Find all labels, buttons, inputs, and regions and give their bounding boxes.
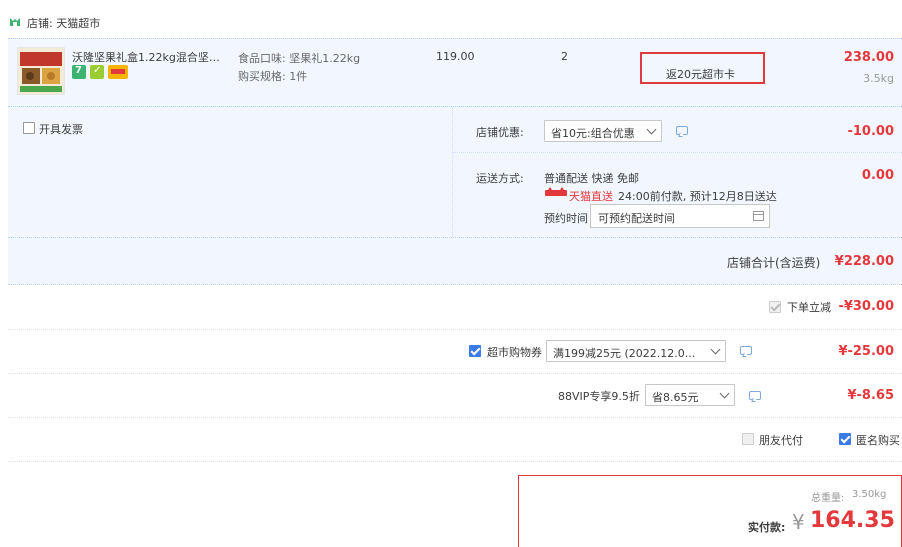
appointment-label: 预约时间 (544, 212, 588, 225)
friend-pay-label[interactable]: 朋友代付 (759, 432, 803, 448)
vip-amount: ¥-8.65 (847, 388, 894, 403)
chevron-down-icon (719, 388, 730, 399)
divider (8, 237, 902, 238)
product-thumbnail[interactable] (17, 47, 65, 95)
divider (8, 417, 902, 418)
appointment-time-input[interactable]: 可预约配送时间 (590, 204, 770, 228)
shop-header (0, 0, 902, 38)
divider (8, 329, 902, 330)
divider (8, 284, 902, 285)
sku-flavor: 食品口味: 坚果礼1.22kg (238, 52, 361, 65)
item-subtotal: 238.00 (843, 50, 894, 65)
anonymous-label[interactable]: 匿名购买 (856, 432, 900, 448)
instant-discount-label: 下单立减 (787, 301, 831, 314)
badge-text: 7 (75, 65, 82, 76)
coupon-value: 满199减25元 (2022.12.0... (553, 347, 696, 360)
total-weight-value: 3.50kg (852, 489, 887, 500)
product-title[interactable]: 沃隆坚果礼盒1.22kg混合坚果... (72, 49, 230, 65)
shop-discount-value: 省10元:组合优惠 (551, 127, 635, 140)
vip-label: 88VIP专享9.5折 (558, 390, 640, 403)
message-icon[interactable] (740, 346, 752, 355)
shop-total-label: 店铺合计(含运费) (727, 256, 821, 270)
divider (453, 152, 902, 153)
shop-icon (10, 18, 20, 26)
pay-label: 实付款: (748, 521, 786, 534)
shop-discount-select[interactable]: 省10元:组合优惠 (544, 120, 662, 142)
divider (8, 106, 902, 107)
appointment-time-value: 可预约配送时间 (598, 212, 675, 225)
shop-total-amount: ¥228.00 (834, 254, 894, 269)
divider (8, 461, 902, 462)
divider (452, 107, 453, 237)
coupon-label[interactable]: 超市购物券 (487, 344, 542, 360)
calendar-icon[interactable] (753, 211, 764, 221)
tmall-direct-icon (545, 187, 567, 196)
pay-amount: 164.35 (810, 508, 895, 533)
shop-discount-label: 店铺优惠: (476, 126, 524, 139)
coupon-select[interactable]: 满199减25元 (2022.12.0... (546, 340, 726, 362)
unit-price: 119.00 (436, 50, 475, 63)
tmall-direct-label: 天猫直送 (569, 190, 613, 203)
shop-name[interactable]: 店铺: 天猫超市 (27, 15, 100, 31)
card-icon (108, 65, 128, 79)
anonymous-checkbox[interactable] (839, 433, 851, 445)
message-icon[interactable] (676, 126, 688, 135)
chevron-down-icon (646, 124, 657, 135)
rebate-text: 返20元超市卡 (666, 68, 735, 81)
seven-day-return-icon: 7 (72, 65, 86, 79)
shipping-amount: 0.00 (861, 168, 894, 183)
shipping-label: 运送方式: (476, 172, 524, 185)
invoice-label[interactable]: 开具发票 (39, 121, 83, 137)
vip-value: 省8.65元 (652, 391, 699, 404)
coupon-checkbox[interactable] (469, 345, 481, 357)
chevron-down-icon (710, 344, 721, 355)
shipping-method: 普通配送 快递 免邮 (544, 172, 639, 185)
instant-discount-amount: -¥30.00 (838, 299, 894, 314)
delivery-note: 24:00前付款, 预计12月8日送达 (618, 190, 777, 203)
item-weight: 3.5kg (863, 72, 894, 85)
coupon-amount: ¥-25.00 (838, 344, 894, 359)
currency-symbol: ¥ (792, 510, 805, 534)
shop-discount-amount: -10.00 (847, 124, 894, 139)
sku-spec: 购买规格: 1件 (238, 70, 308, 83)
total-weight-label: 总重量: (811, 493, 845, 504)
guarantee-icon: ✓ (90, 65, 104, 79)
divider (8, 373, 902, 374)
badge-text: ✓ (93, 65, 102, 76)
instant-discount-checkbox (769, 301, 781, 313)
vip-select[interactable]: 省8.65元 (645, 384, 735, 406)
friend-pay-checkbox[interactable] (742, 433, 754, 445)
message-icon[interactable] (749, 391, 761, 400)
invoice-checkbox[interactable] (23, 122, 35, 134)
quantity: 2 (561, 50, 568, 63)
